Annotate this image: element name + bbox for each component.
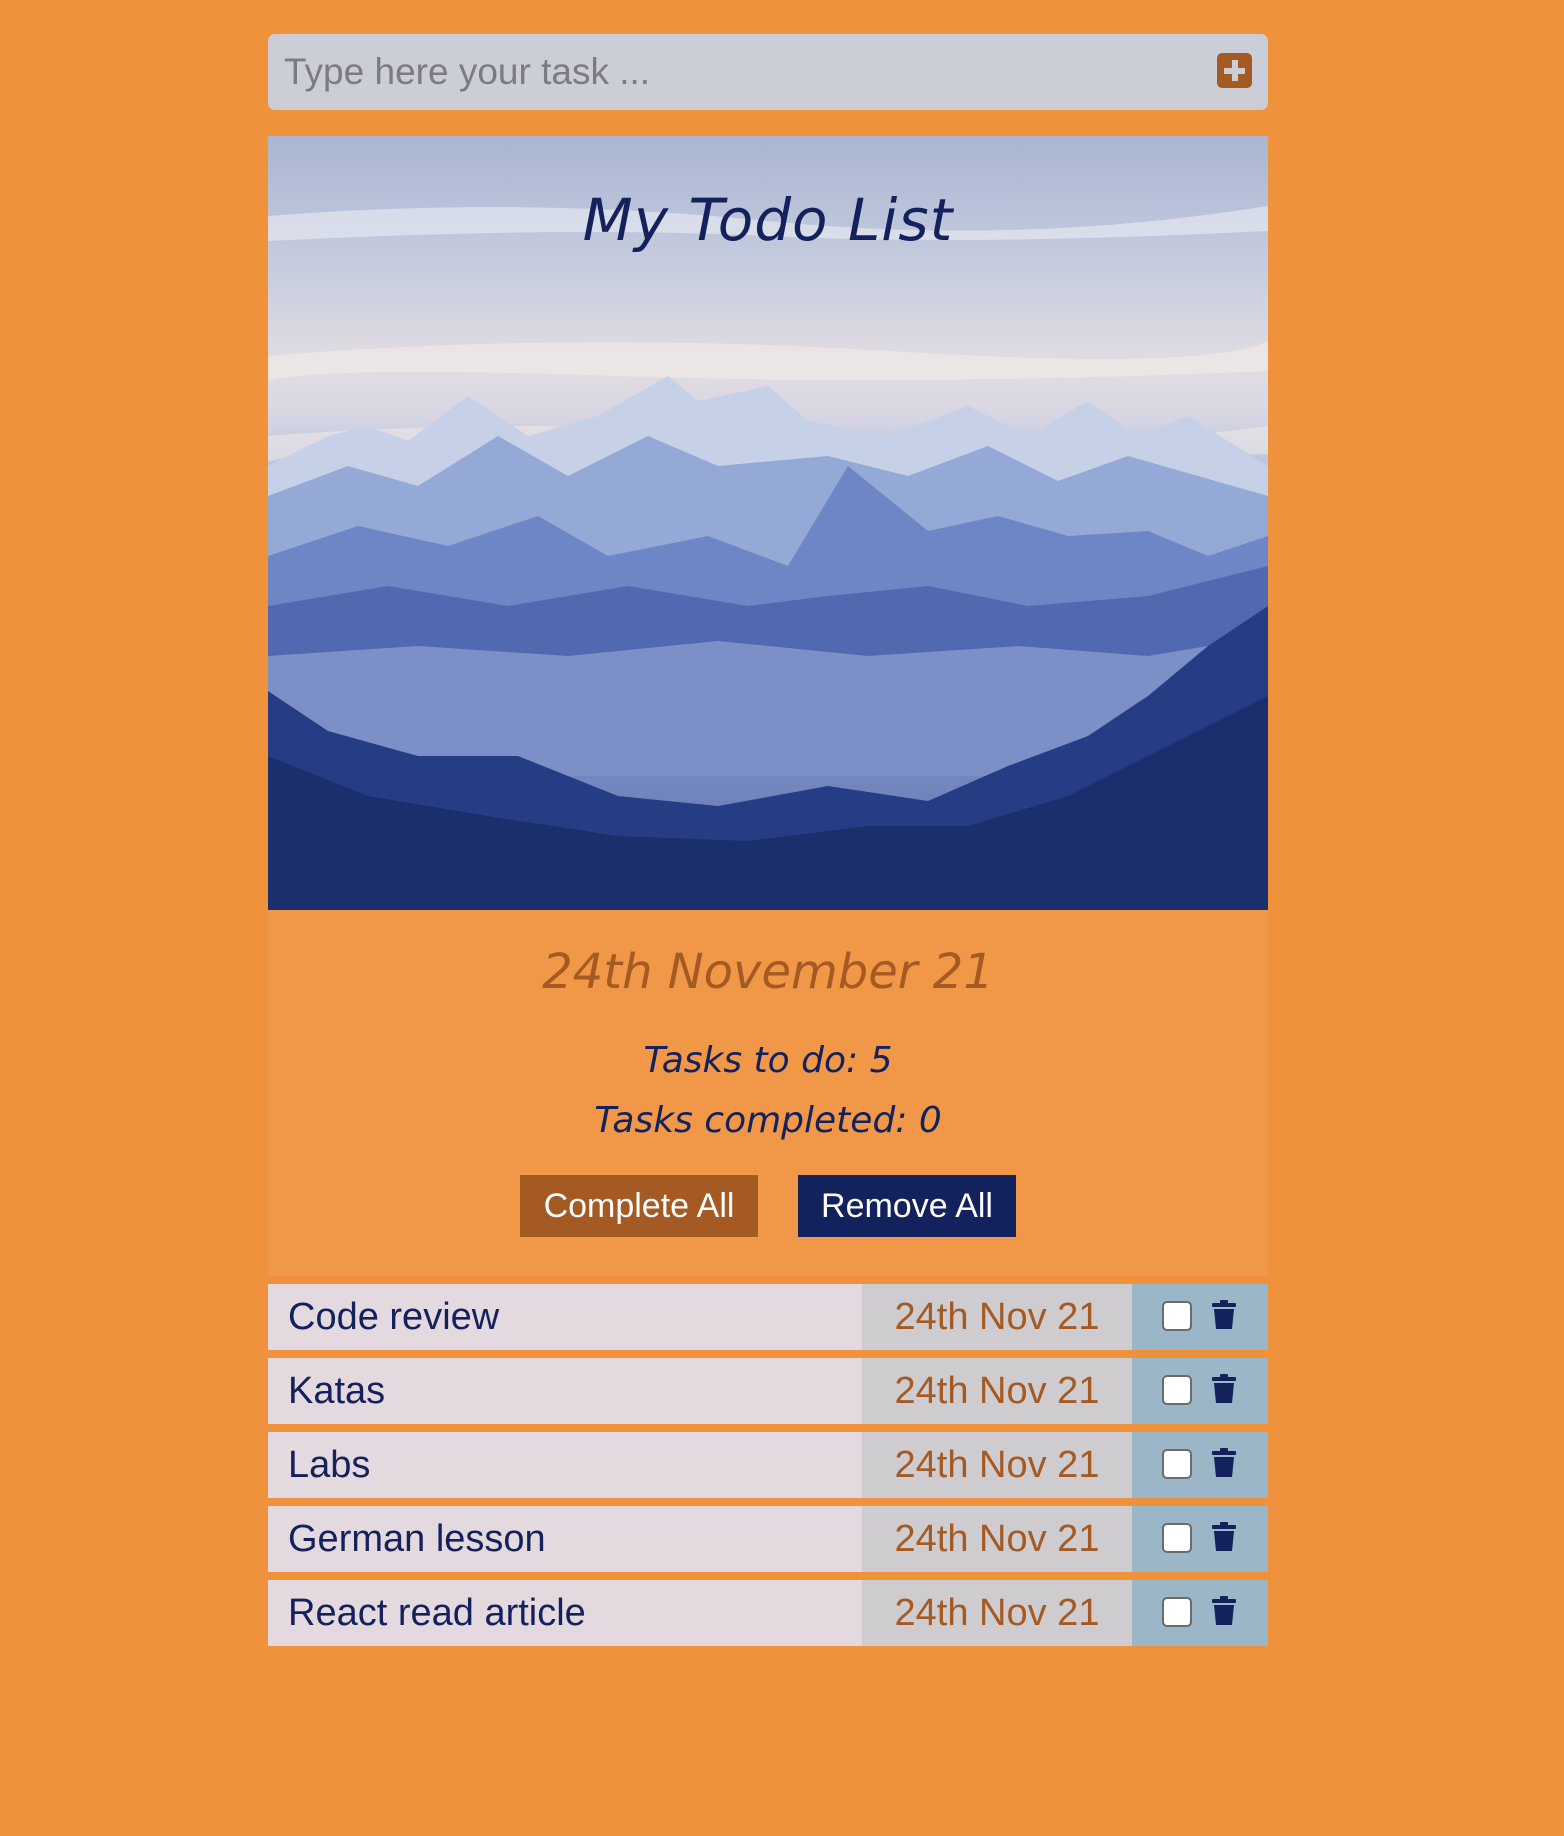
trash-icon[interactable] [1212, 1448, 1236, 1478]
trash-icon[interactable] [1212, 1522, 1236, 1552]
date-heading: 24th November 21 [542, 944, 994, 1000]
complete-checkbox[interactable] [1162, 1523, 1192, 1553]
complete-checkbox[interactable] [1162, 1449, 1192, 1479]
task-actions [1132, 1432, 1268, 1498]
trash-icon[interactable] [1212, 1300, 1236, 1330]
task-row: Code review 24th Nov 21 [268, 1284, 1268, 1350]
task-row: Katas 24th Nov 21 [268, 1358, 1268, 1424]
task-date: 24th Nov 21 [862, 1284, 1132, 1350]
task-name: German lesson [268, 1506, 862, 1572]
task-actions [1132, 1506, 1268, 1572]
plus-square-icon[interactable] [1217, 53, 1252, 88]
task-actions [1132, 1358, 1268, 1424]
task-input-bar [268, 34, 1268, 110]
task-row: German lesson 24th Nov 21 [268, 1506, 1268, 1572]
task-input[interactable] [284, 34, 1184, 110]
complete-all-button[interactable]: Complete All [520, 1175, 758, 1237]
task-name: Code review [268, 1284, 862, 1350]
task-name: React read article [268, 1580, 862, 1646]
trash-icon[interactable] [1212, 1374, 1236, 1404]
complete-checkbox[interactable] [1162, 1597, 1192, 1627]
complete-checkbox[interactable] [1162, 1375, 1192, 1405]
task-row: React read article 24th Nov 21 [268, 1580, 1268, 1646]
trash-icon[interactable] [1212, 1596, 1236, 1626]
task-name: Katas [268, 1358, 862, 1424]
task-date: 24th Nov 21 [862, 1432, 1132, 1498]
tasks-completed-count: Tasks completed: 0 [594, 1100, 942, 1141]
task-date: 24th Nov 21 [862, 1358, 1132, 1424]
task-date: 24th Nov 21 [862, 1580, 1132, 1646]
header-image: My Todo List [268, 136, 1268, 910]
todo-app: My Todo List 24th November 21 Tasks to d… [268, 34, 1268, 1654]
task-date: 24th Nov 21 [862, 1506, 1132, 1572]
task-name: Labs [268, 1432, 862, 1498]
tasks-to-do-count: Tasks to do: 5 [643, 1040, 893, 1081]
task-actions [1132, 1284, 1268, 1350]
complete-checkbox[interactable] [1162, 1301, 1192, 1331]
task-actions [1132, 1580, 1268, 1646]
task-list: Code review 24th Nov 21 Katas 24th Nov 2… [268, 1284, 1268, 1646]
remove-all-button[interactable]: Remove All [798, 1175, 1016, 1237]
task-row: Labs 24th Nov 21 [268, 1432, 1268, 1498]
page-title: My Todo List [582, 186, 954, 254]
summary-panel: 24th November 21 Tasks to do: 5 Tasks co… [268, 910, 1268, 1276]
